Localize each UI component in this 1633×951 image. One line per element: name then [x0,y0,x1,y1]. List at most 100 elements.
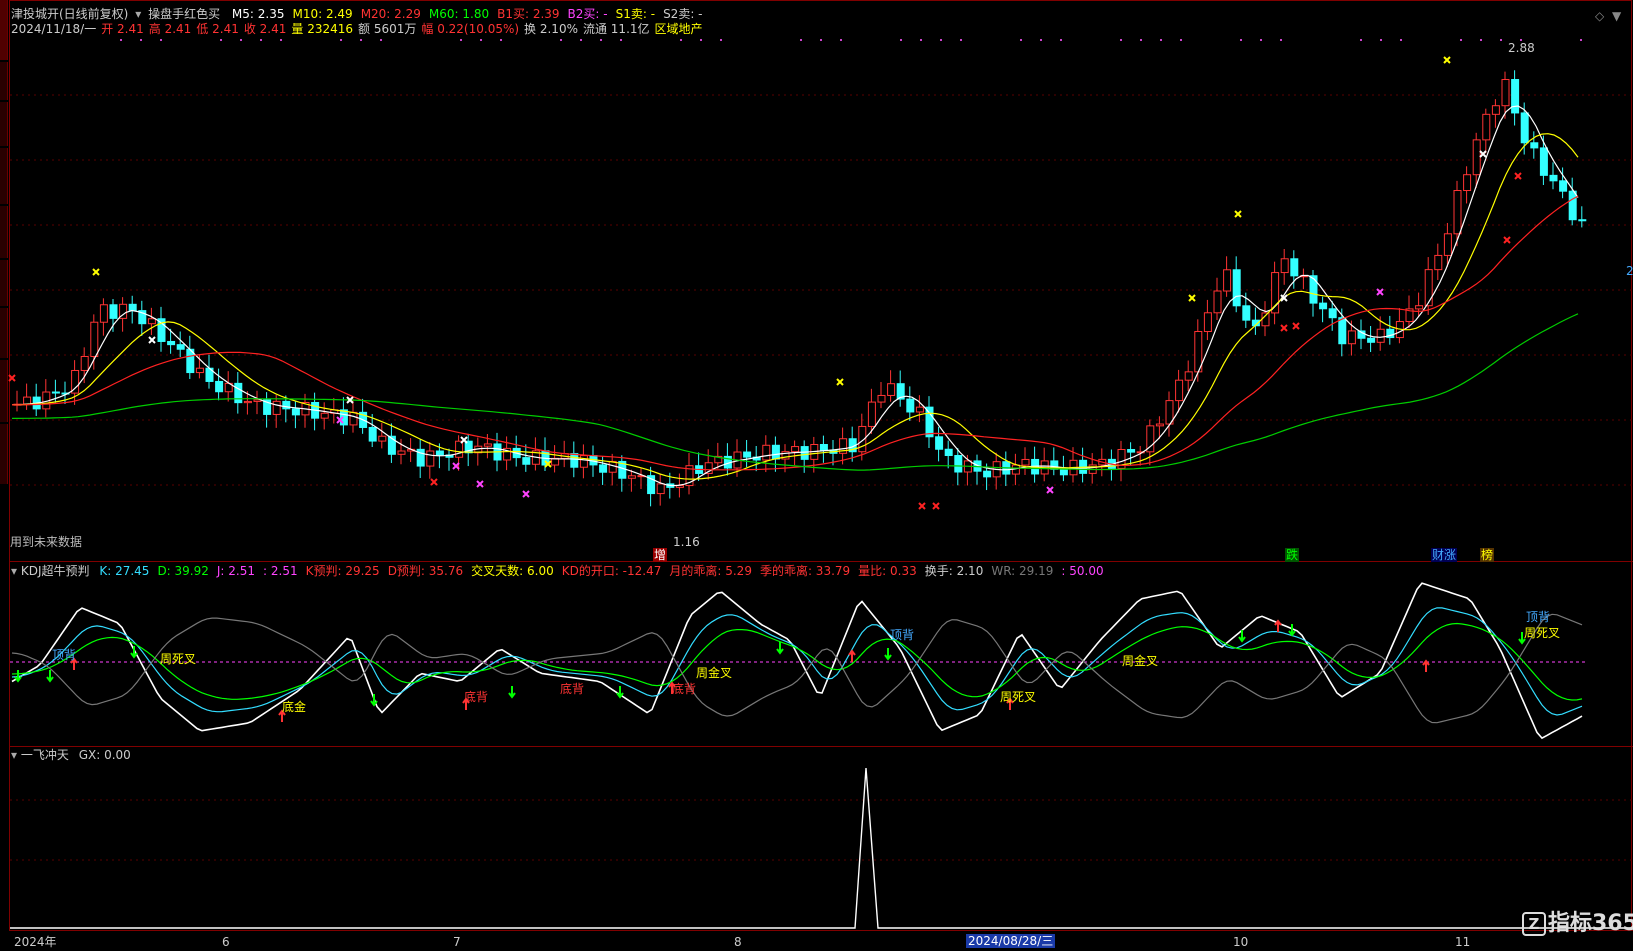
candle-body [983,470,992,478]
signal-dot [460,39,462,41]
yfct-value: GX: 0.00 [78,748,131,762]
signal-dot [1020,39,1022,41]
stock-chart-window: 津投城开(日线前复权) ▾ 操盘手红色买 M5: 2.35 M10: 2.49 M2… [0,0,1633,951]
candle-body [800,446,809,460]
signal-cross-icon [92,268,100,276]
watermark-logo-icon: Z [1522,912,1546,936]
kdj-annotation: 底背 [464,690,489,704]
signal-dot [940,39,942,41]
candle-body [291,408,300,416]
candle-body [128,303,137,312]
kdj-value: : 2.51 [263,564,298,578]
x-axis-label: 2024年 [14,935,57,949]
signal-dot [1580,39,1582,41]
kdj-value: 换手: 2.10 [924,564,984,578]
candle-body [819,444,828,451]
chart-canvas [8,0,1633,931]
candle-body [282,400,291,410]
kdj-value: 月的乖离: 5.29 [669,564,752,578]
candle-body [80,355,89,371]
signal-dot [1500,39,1502,41]
candle-body [349,411,358,426]
kdj-value: K: 27.45 [99,564,150,578]
kdj-value: K预判: 29.25 [305,564,380,578]
candle-body [1184,371,1193,381]
signal-dot [960,39,962,41]
signal-dot [260,39,262,41]
candle-body [1578,219,1587,222]
candle-body [743,451,752,458]
candle-body [944,448,953,457]
signal-cross-icon [918,502,926,510]
candle-body [627,475,636,479]
candle-body [426,450,435,467]
candle-body [522,457,531,465]
x-axis-label: 8 [734,935,742,949]
kdj-title[interactable]: KDJ超牛预判 [21,564,90,578]
signal-dot [800,39,802,41]
signal-dot [1160,39,1162,41]
watermark-text: 指标365 [1548,911,1633,936]
candle-body [368,426,377,442]
signal-cross-icon [1514,172,1522,180]
kdj-collapse-icon[interactable]: ▾ [11,564,17,578]
signal-cross-icon [1443,56,1451,64]
signal-cross-icon [1188,294,1196,302]
signal-dot [600,39,602,41]
arrow-up-icon [1274,619,1282,632]
signal-dot [920,39,922,41]
signal-dot [1280,39,1282,41]
signal-dot [220,39,222,41]
signal-cross-icon [522,490,530,498]
candle-body [234,382,243,404]
signal-dot [700,39,702,41]
candle-body [1155,423,1164,427]
kdj-value: KD的开口: -12.47 [561,564,662,578]
candle-body [23,396,32,405]
candle-body [887,383,896,396]
signal-dot [1060,39,1062,41]
marker-bang: 榜 [1480,548,1495,562]
signal-dot [480,39,482,41]
candle-body [435,450,444,456]
ma10-line [11,133,1579,480]
candle-body [215,380,224,393]
signal-dot [1360,39,1362,41]
arrow-down-icon [370,694,378,707]
candle-body [397,450,406,455]
candle-body [1021,458,1030,466]
candle-body [1549,174,1558,182]
signal-cross-icon [1280,324,1288,332]
candle-body [51,391,60,394]
watermark: Z 指标365 [1522,911,1633,937]
candle-body [1559,180,1568,192]
candle-body [99,304,108,323]
yfct-collapse-icon[interactable]: ▾ [11,748,17,762]
arrow-down-icon [776,642,784,655]
kdj-j-line [11,582,1583,740]
candle-body [656,483,665,495]
candle-body [1501,79,1510,107]
kdj-annotation: 周死叉 [160,652,197,666]
candle-body [1453,190,1462,235]
candle-body [935,436,944,450]
candle-body [455,440,464,458]
candle-body [1539,147,1548,176]
kdj-value: 量比: 0.33 [858,564,917,578]
signal-dot [140,39,142,41]
signal-cross-icon [1479,150,1487,158]
candle-body [1203,312,1212,333]
x-axis-label: 6 [222,935,230,949]
signal-dot [120,39,122,41]
candle-body [570,453,579,468]
candle-body [1213,290,1222,314]
signal-dot [500,39,502,41]
signal-dot [560,39,562,41]
yfct-title[interactable]: 一飞冲天 [21,748,69,762]
kdj-annotation: 周金叉 [696,666,733,680]
kdj-value: D预判: 35.76 [387,564,464,578]
candle-body [1328,308,1337,319]
arrow-down-icon [130,646,138,659]
signal-dot [360,39,362,41]
marker-caizhang: 财涨 [1431,548,1458,562]
